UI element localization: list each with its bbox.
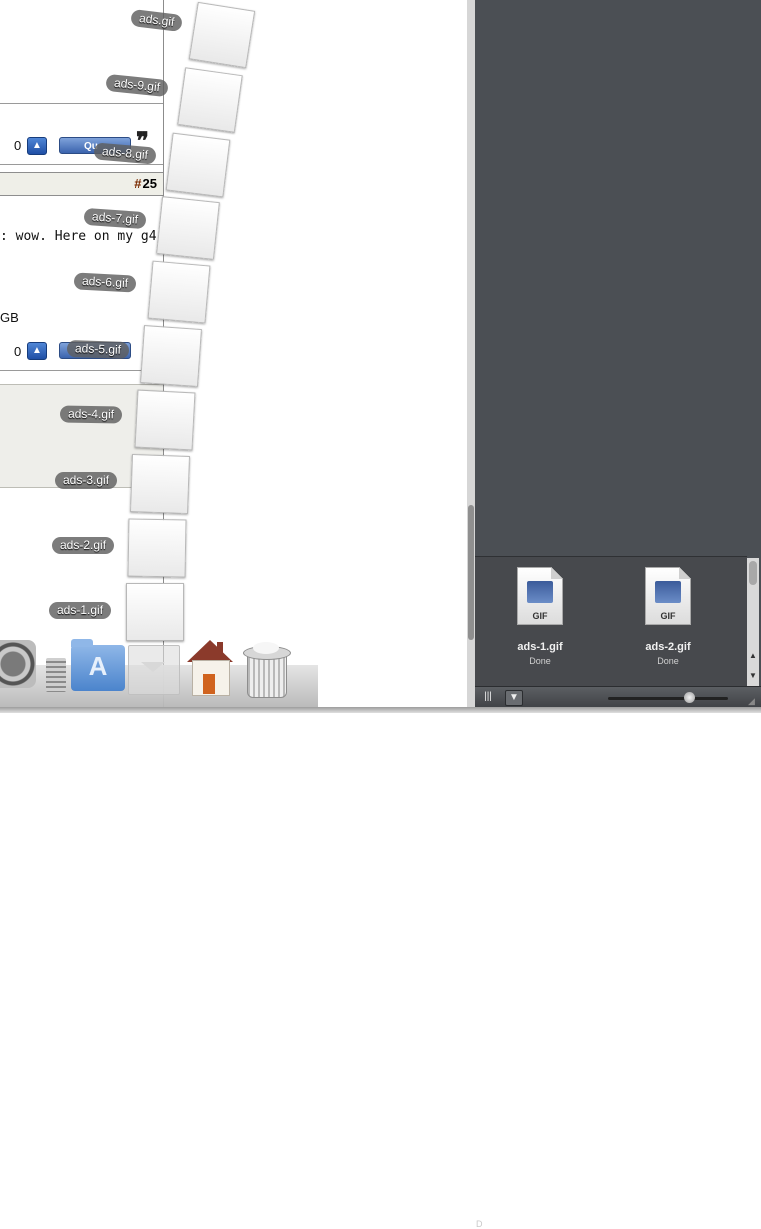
download-item[interactable]: GIF ads-1.gif Done — [495, 567, 585, 666]
post-divider — [0, 103, 163, 104]
vote-count: 0 — [14, 138, 22, 153]
vote-count: 0 — [14, 344, 22, 359]
dock-base — [0, 707, 761, 713]
fan-item-label[interactable]: ads-3.gif — [55, 472, 118, 489]
file-thumbnail[interactable] — [188, 1, 256, 69]
post-header: #25 — [0, 172, 163, 196]
file-thumbnail[interactable] — [130, 454, 190, 514]
signature-text: GB — [0, 310, 19, 325]
post-divider — [0, 370, 163, 371]
fan-item-label[interactable]: ads-4.gif — [59, 405, 123, 424]
post-number-link[interactable]: #25 — [134, 176, 157, 191]
file-badge: GIF — [660, 611, 676, 621]
file-thumbnail[interactable] — [147, 260, 211, 324]
page-scrollbar[interactable] — [467, 0, 475, 713]
resize-grip-icon[interactable]: ◢ — [748, 696, 758, 706]
download-status: Done — [529, 656, 551, 666]
fan-item-label[interactable]: ads-2.gif — [52, 537, 115, 554]
scroll-down-arrow-icon[interactable]: ▼ — [747, 670, 759, 682]
thumbs-up-button[interactable]: ▲ — [27, 342, 47, 360]
gif-file-icon: GIF — [645, 567, 691, 625]
gif-file-icon: GIF — [517, 567, 563, 625]
post-number: 25 — [142, 176, 157, 191]
downloads-scroll-thumb[interactable] — [749, 561, 757, 585]
fan-item-label[interactable]: ads-5.gif — [66, 339, 130, 360]
page-scroll-thumb[interactable] — [468, 505, 474, 640]
trash-icon[interactable] — [243, 642, 291, 698]
downloads-toolbar: ||| ▼ ◢ — [475, 686, 761, 709]
download-filename: ads-2.gif — [645, 641, 691, 653]
scroll-up-arrow-icon[interactable]: ▲ — [747, 650, 759, 662]
file-thumbnail[interactable] — [127, 518, 187, 578]
column-view-icon[interactable]: ||| — [481, 690, 495, 704]
downloads-scrollbar[interactable]: ▲ ▼ — [747, 558, 759, 686]
downloads-list: D GIF ads-1.gif Done GIF ads-2.gif Done — [475, 556, 747, 1229]
download-item[interactable]: GIF ads-2.gif Done — [623, 567, 713, 666]
post-divider — [0, 164, 163, 165]
chevron-down-icon — [141, 662, 165, 672]
fan-item-label[interactable]: ads-6.gif — [73, 272, 137, 293]
post-body-text: : wow. Here on my g4 — [0, 229, 157, 244]
file-thumbnail[interactable] — [140, 325, 202, 387]
fan-item-label[interactable]: ads-1.gif — [49, 602, 112, 619]
downloads-stack-icon[interactable] — [128, 645, 180, 695]
download-filename: ads-1.gif — [517, 641, 563, 653]
downloads-window: D GIF ads-1.gif Done GIF ads-2.gif Done — [475, 0, 761, 1229]
zoom-slider[interactable] — [608, 697, 728, 700]
home-icon[interactable] — [187, 640, 233, 696]
applications-folder-icon[interactable]: A — [71, 639, 125, 691]
stack-icon[interactable] — [46, 658, 66, 692]
post-number-hash: # — [134, 176, 142, 191]
zoom-slider-knob[interactable] — [684, 692, 695, 703]
file-thumbnail[interactable] — [165, 132, 231, 198]
file-thumbnail[interactable] — [177, 67, 243, 133]
system-preferences-icon[interactable] — [0, 640, 36, 688]
cut-off-status: D — [476, 1219, 483, 1229]
file-thumbnail[interactable] — [126, 583, 184, 641]
file-thumbnail[interactable] — [134, 389, 196, 451]
download-status: Done — [657, 656, 679, 666]
action-menu-button[interactable]: ▼ — [505, 690, 523, 706]
file-thumbnail[interactable] — [156, 196, 220, 260]
thumbs-up-button[interactable]: ▲ — [27, 137, 47, 155]
file-badge: GIF — [532, 611, 548, 621]
